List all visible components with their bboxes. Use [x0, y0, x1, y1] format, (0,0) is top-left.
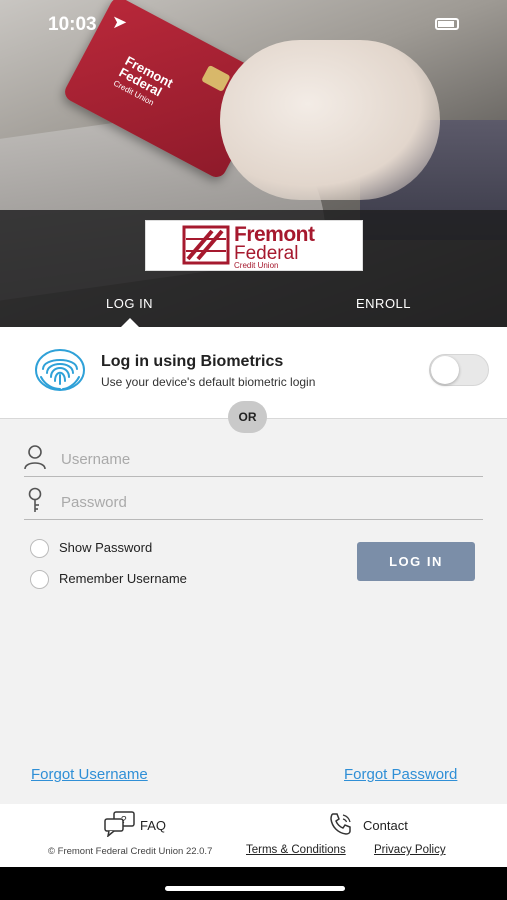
- username-underline: [24, 476, 483, 477]
- remember-username-checkbox[interactable]: [30, 570, 49, 589]
- hand-shape: [220, 40, 440, 200]
- password-underline: [24, 519, 483, 520]
- forgot-username-link[interactable]: Forgot Username: [31, 766, 148, 783]
- faq-label[interactable]: FAQ: [140, 818, 166, 833]
- card-brand-text: Fremont Federal Credit Union: [111, 53, 176, 113]
- terms-link[interactable]: Terms & Conditions: [246, 844, 346, 856]
- fingerprint-icon: [35, 349, 85, 391]
- or-divider: OR: [228, 401, 267, 433]
- home-indicator[interactable]: [165, 886, 345, 891]
- show-password-label: Show Password: [59, 540, 153, 555]
- battery-icon: [435, 18, 459, 30]
- biometrics-toggle[interactable]: [429, 354, 489, 386]
- logo-mark-icon: [182, 225, 230, 265]
- toggle-knob: [431, 356, 459, 384]
- status-bar: 10:03 ➤: [0, 10, 507, 40]
- username-input[interactable]: [61, 445, 461, 473]
- password-input[interactable]: [61, 488, 461, 516]
- log-in-button[interactable]: LOG IN: [357, 542, 475, 581]
- key-icon: [28, 487, 42, 512]
- header-band: Fremont Federal Credit Union LOG IN ENRO…: [0, 210, 507, 327]
- footer: ? FAQ Contact © Fremont Federal Credit U…: [0, 804, 507, 867]
- contact-label[interactable]: Contact: [363, 818, 408, 833]
- tab-enroll[interactable]: ENROLL: [356, 296, 411, 311]
- remember-username-label: Remember Username: [59, 571, 187, 586]
- tab-log-in[interactable]: LOG IN: [106, 296, 153, 311]
- status-time: 10:03: [48, 14, 97, 35]
- privacy-link[interactable]: Privacy Policy: [374, 844, 446, 856]
- copyright-text: © Fremont Federal Credit Union 22.0.7: [48, 846, 213, 857]
- user-icon: [24, 445, 46, 470]
- biometrics-title: Log in using Biometrics: [101, 353, 284, 370]
- biometrics-subtitle: Use your device's default biometric logi…: [101, 375, 316, 389]
- faq-chat-icon[interactable]: ?: [104, 811, 136, 837]
- location-arrow-icon: ➤: [112, 12, 128, 32]
- logo-text-credit-union: Credit Union: [234, 261, 279, 270]
- active-tab-indicator: [121, 318, 139, 327]
- phone-icon[interactable]: [328, 811, 354, 837]
- show-password-checkbox[interactable]: [30, 539, 49, 558]
- forgot-password-link[interactable]: Forgot Password: [344, 766, 457, 783]
- brand-logo: Fremont Federal Credit Union: [145, 220, 363, 271]
